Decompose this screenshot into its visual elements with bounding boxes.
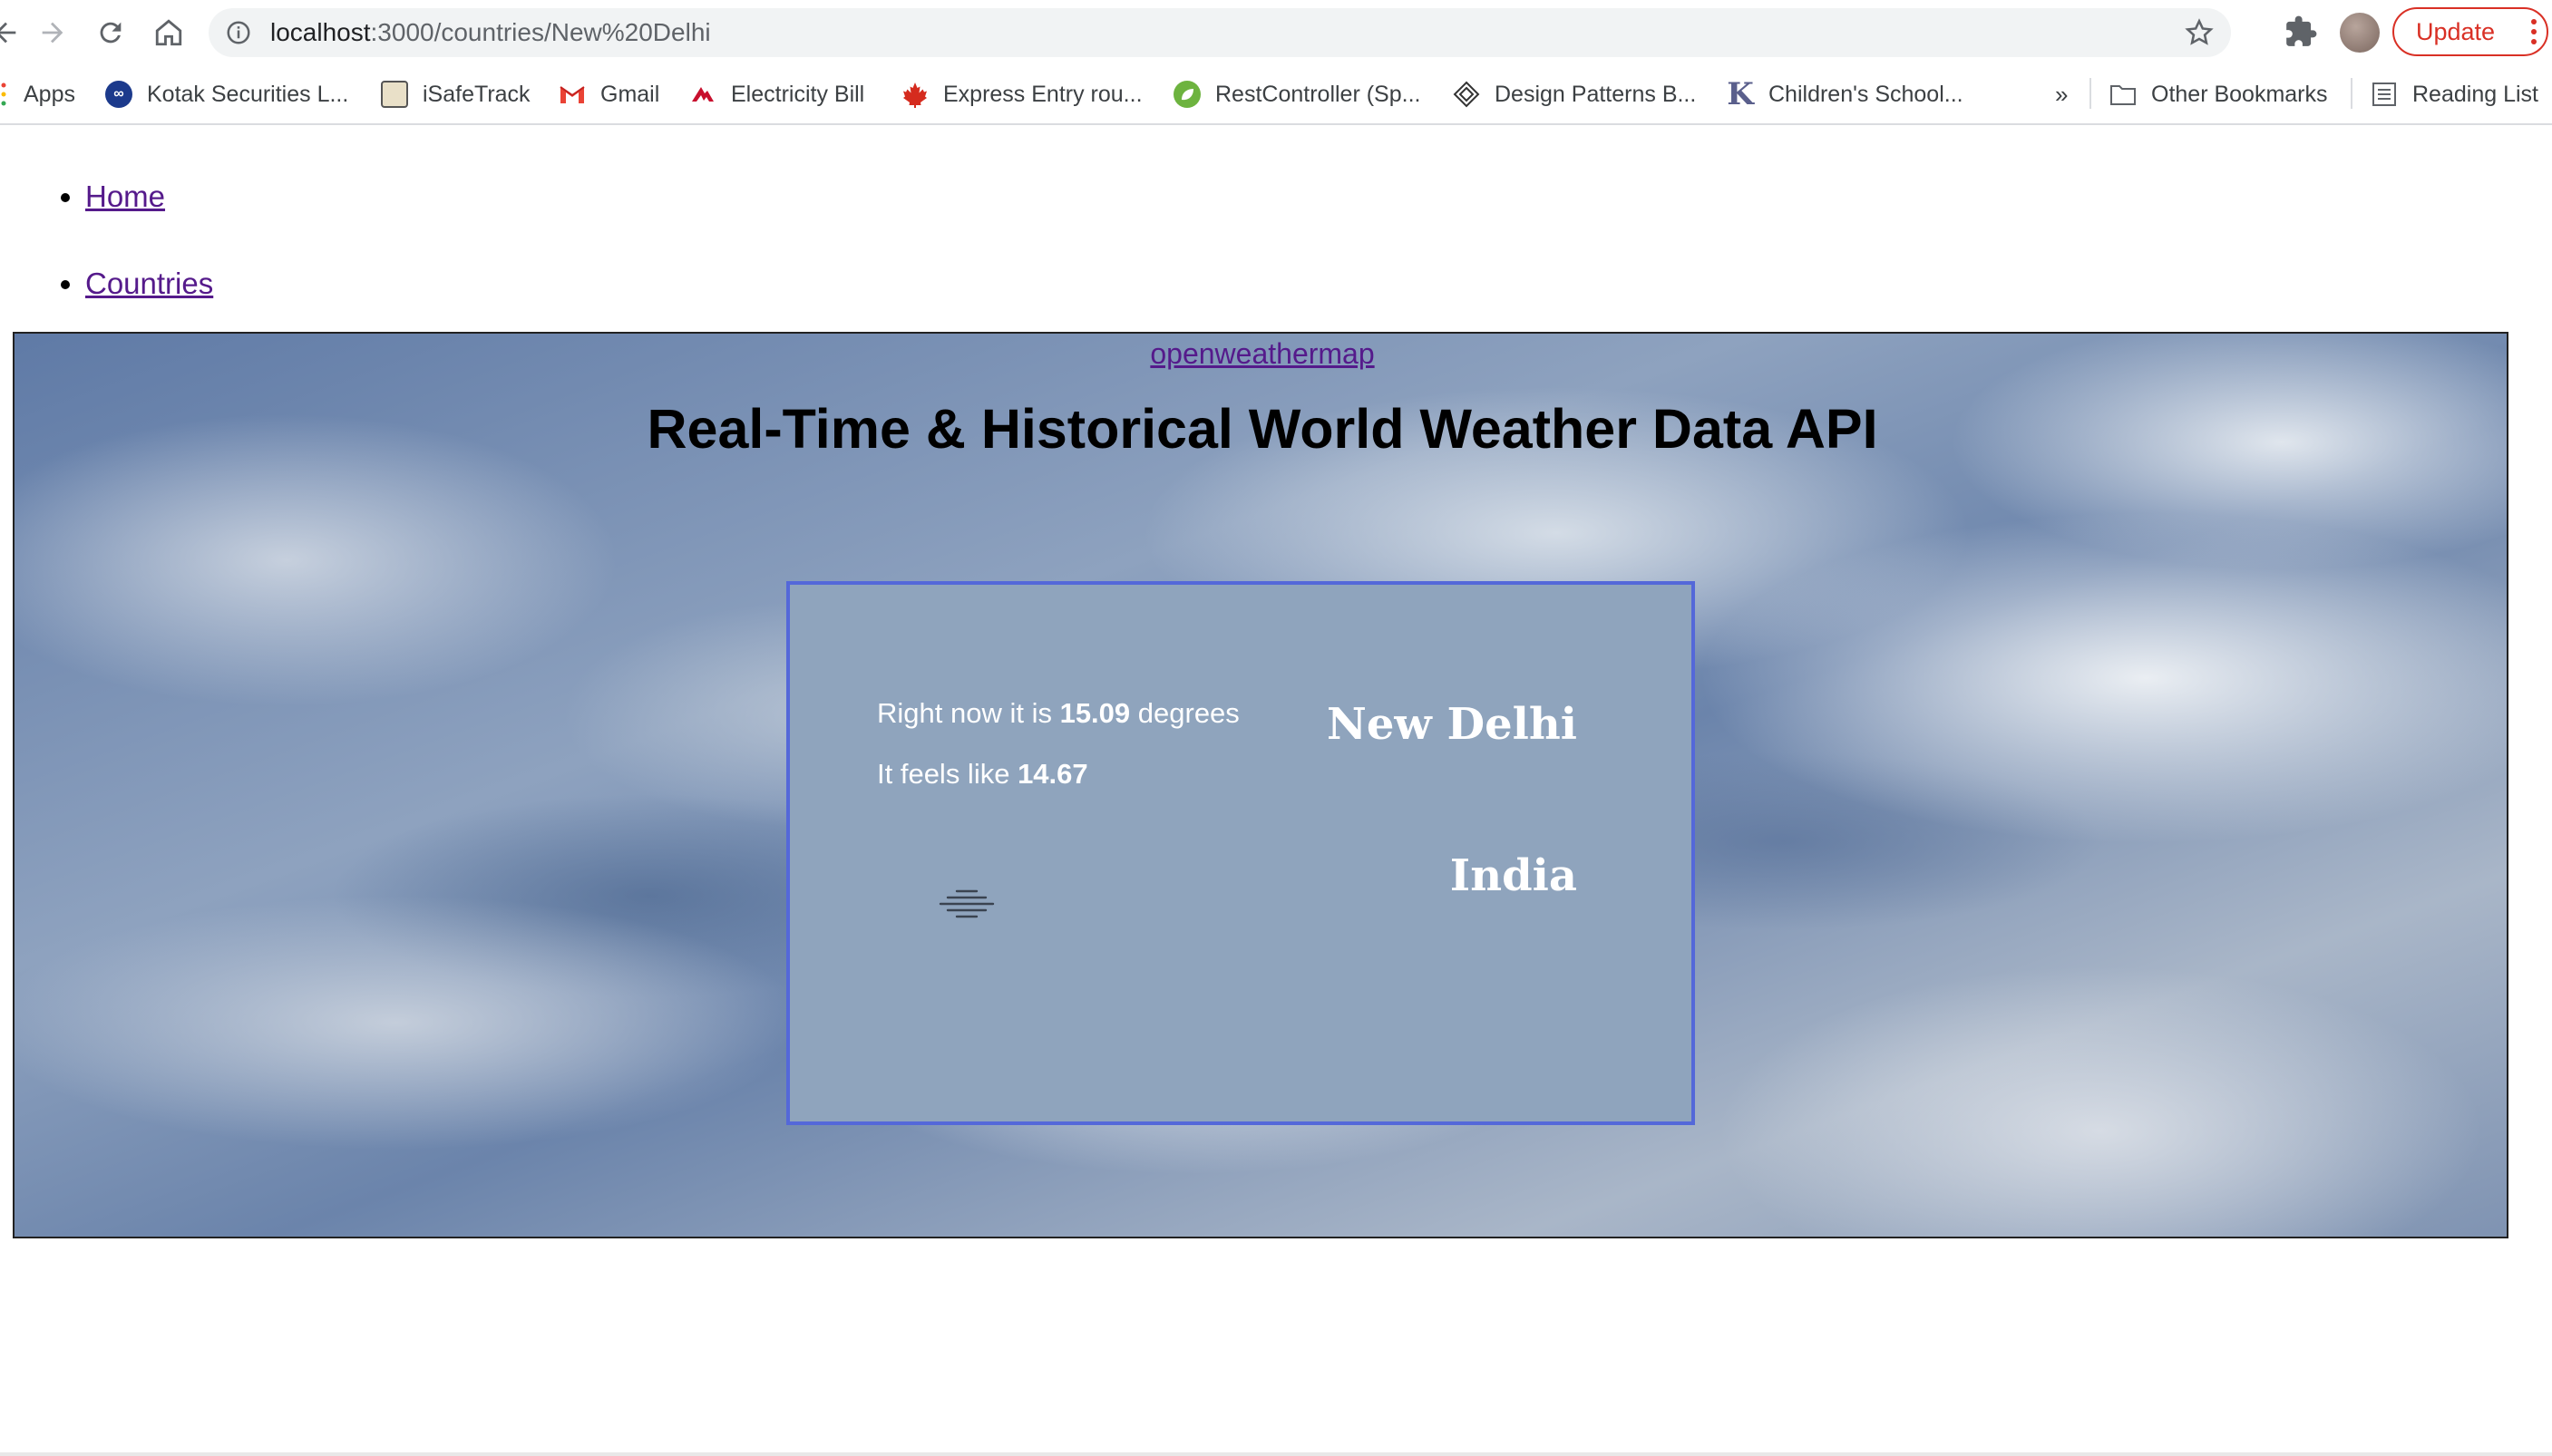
bookmarks-overflow-button[interactable]: » bbox=[2055, 65, 2068, 123]
browser-toolbar: localhost:3000/countries/New%20Delhi Upd… bbox=[0, 0, 2552, 65]
nav-item-countries: Countries bbox=[85, 267, 213, 301]
isafetrack-icon bbox=[381, 81, 408, 108]
country-name: India bbox=[1449, 850, 1577, 901]
temperature-value: 15.09 bbox=[1059, 697, 1131, 729]
site-info-icon[interactable] bbox=[225, 19, 252, 46]
bookmark-other-bookmarks[interactable]: Other Bookmarks bbox=[2109, 65, 2328, 123]
reading-list-icon bbox=[2371, 81, 2398, 108]
bookmark-electricity[interactable]: Electricity Bill bbox=[689, 65, 864, 123]
page-bottom-edge bbox=[0, 1452, 2552, 1456]
folder-icon bbox=[2109, 81, 2137, 108]
back-icon[interactable] bbox=[0, 11, 27, 54]
bookmark-design-patterns[interactable]: Design Patterns B... bbox=[1453, 65, 1696, 123]
forward-icon[interactable] bbox=[31, 11, 74, 54]
url-path: :3000/countries/New%20Delhi bbox=[370, 18, 711, 46]
address-bar[interactable]: localhost:3000/countries/New%20Delhi bbox=[209, 8, 2231, 57]
update-button[interactable]: Update bbox=[2392, 7, 2548, 56]
reading-list-button[interactable]: Reading List bbox=[2371, 65, 2538, 123]
bookmark-star-icon[interactable] bbox=[2184, 17, 2215, 48]
city-name: New Delhi bbox=[1327, 699, 1577, 750]
weather-hero-section: openweathermap Real-Time & Historical Wo… bbox=[13, 332, 2508, 1238]
update-label: Update bbox=[2416, 18, 2496, 45]
bookmark-kotak[interactable]: ∞ Kotak Securities L... bbox=[105, 65, 348, 123]
gmail-icon bbox=[559, 81, 586, 108]
bookmarks-separator bbox=[2089, 78, 2091, 109]
weather-card: Right now it is 15.09 degrees It feels l… bbox=[786, 581, 1695, 1125]
more-menu-icon[interactable] bbox=[2530, 18, 2537, 45]
reload-icon[interactable] bbox=[89, 11, 132, 54]
k-letter-icon: K bbox=[1727, 76, 1754, 112]
kotak-icon: ∞ bbox=[105, 81, 132, 108]
bookmark-restcontroller[interactable]: RestController (Sp... bbox=[1174, 65, 1420, 123]
url-text[interactable]: localhost:3000/countries/New%20Delhi bbox=[270, 8, 711, 57]
electricity-icon bbox=[689, 81, 716, 108]
bookmark-gmail[interactable]: Gmail bbox=[559, 65, 659, 123]
page-title: Real-Time & Historical World Weather Dat… bbox=[647, 398, 1878, 460]
profile-avatar[interactable] bbox=[2340, 13, 2380, 53]
feels-like-value: 14.67 bbox=[1018, 758, 1088, 790]
url-host: localhost bbox=[270, 18, 371, 46]
nav-item-home: Home bbox=[85, 180, 165, 214]
current-temperature: Right now it is 15.09 degrees bbox=[877, 697, 1240, 729]
bookmarks-bar: Apps ∞ Kotak Securities L... iSafeTrack … bbox=[0, 65, 2552, 125]
feels-like-temperature: It feels like 14.67 bbox=[877, 758, 1088, 790]
bookmark-isafetrack[interactable]: iSafeTrack bbox=[381, 65, 531, 123]
countries-link[interactable]: Countries bbox=[85, 267, 213, 300]
home-link[interactable]: Home bbox=[85, 180, 165, 213]
home-icon[interactable] bbox=[147, 11, 190, 54]
maple-leaf-icon bbox=[901, 81, 929, 108]
mist-icon bbox=[939, 889, 995, 918]
apps-grid-icon bbox=[0, 81, 7, 108]
bookmark-childrens-school[interactable]: K Children's School... bbox=[1727, 65, 1963, 123]
bookmark-express-entry[interactable]: Express Entry rou... bbox=[901, 65, 1143, 123]
bookmark-apps[interactable]: Apps bbox=[0, 65, 75, 123]
spring-leaf-icon bbox=[1174, 81, 1201, 108]
design-patterns-icon bbox=[1453, 81, 1480, 108]
extensions-puzzle-icon[interactable] bbox=[2284, 15, 2318, 49]
openweathermap-link[interactable]: openweathermap bbox=[15, 337, 2507, 371]
bookmarks-separator bbox=[2351, 78, 2352, 109]
